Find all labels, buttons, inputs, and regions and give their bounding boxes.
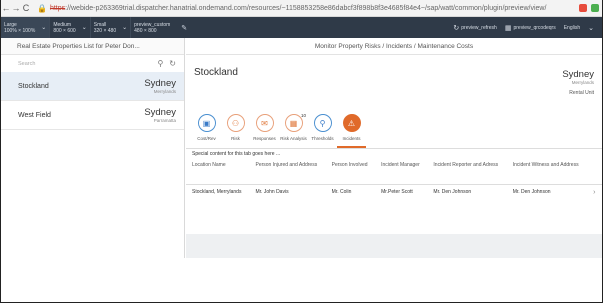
object-suburb: Merrylands	[571, 80, 594, 85]
table-cell: Mr. John Davis	[255, 188, 289, 195]
reload-button[interactable]: C	[21, 3, 31, 13]
tab-count-badge: 10	[300, 113, 306, 118]
chevron-down-icon: ⌄	[41, 25, 47, 31]
master-pane: Real Estate Properties List for Peter Do…	[1, 38, 185, 258]
tab-cost-rev[interactable]: ▣ Cost/Rev	[192, 112, 221, 148]
tab-label: Risk Analysis	[280, 136, 307, 141]
tab-risk[interactable]: ⚇ Risk	[221, 112, 250, 148]
item-name: Stockland	[18, 82, 49, 90]
tab-label: Thresholds	[311, 136, 334, 141]
viewport-custom[interactable]: preview_custom 480 × 800	[131, 17, 173, 38]
viewport-medium[interactable]: Medium 800 × 600 ⌄	[50, 17, 91, 38]
refresh-button[interactable]: ↻ preview_refresh	[453, 24, 496, 32]
tab-thresholds[interactable]: ⚲ Thresholds	[308, 112, 337, 148]
viewport-size: 480 × 800	[134, 27, 157, 34]
search-input[interactable]: Search	[18, 61, 35, 67]
refresh-icon[interactable]: ↻	[169, 59, 176, 68]
thresholds-icon: ⚲	[313, 114, 332, 132]
icon-tab-bar: ▣ Cost/Rev ⚇ Risk ✉ Responses ▦ 10 Risk …	[186, 112, 602, 149]
table-row[interactable]: Stockland, Merrylands Mr. John Davis Mr.…	[186, 184, 602, 211]
refresh-label: preview_refresh	[461, 24, 497, 31]
viewport-size: 800 × 600	[53, 27, 76, 34]
incident-icon: ⚠	[342, 114, 361, 132]
chevron-down-icon: ⌄	[588, 24, 594, 32]
address-bar[interactable]: 🔒 https ://webide-p263369trial.dispatche…	[37, 4, 577, 13]
item-city: Sydney	[144, 78, 176, 89]
object-title: Stockland	[194, 67, 238, 78]
viewport-label: preview_custom	[134, 21, 171, 28]
back-button[interactable]: ←	[1, 3, 11, 13]
table-cell: Mr. Den Johnson	[512, 188, 551, 195]
tab-label: Responses	[253, 136, 276, 141]
column-header: Person Injured and Address	[249, 159, 326, 185]
tab-incidents[interactable]: ⚠ Incidents	[337, 112, 366, 148]
column-header-spacer	[587, 159, 602, 185]
analysis-icon: ▦	[284, 114, 303, 132]
list-item[interactable]: West Field Sydney Parramatta	[1, 101, 184, 130]
language-value: English	[563, 24, 581, 31]
item-name: West Field	[18, 111, 51, 119]
viewport-size: 100% × 100%	[4, 27, 36, 34]
detail-pane: Monitor Property Risks / Incidents / Mai…	[186, 38, 602, 258]
object-status: Rental Unit	[569, 90, 594, 96]
table-cell: Mr.Peter Scott	[381, 188, 413, 195]
special-content-text: Special content for this tab goes here .…	[192, 151, 281, 157]
table-cell: Stockland, Merrylands	[192, 188, 242, 195]
preview-toolbar: Large 100% × 100% ⌄ Medium 800 × 600 ⌄ Sma…	[1, 17, 602, 38]
search-icon[interactable]: ⚲	[157, 59, 163, 68]
viewport-large[interactable]: Large 100% × 100% ⌄	[1, 17, 51, 38]
tab-label: Cost/Rev	[197, 136, 216, 141]
navigation-arrow-icon[interactable]: ›	[587, 184, 602, 211]
column-header: Incident Witness and Address	[506, 159, 588, 185]
edit-icon[interactable]: ✎	[181, 24, 187, 32]
browser-bar: ← → C 🔒 https ://webide-p263369trial.dis…	[1, 0, 602, 17]
chevron-down-icon: ⌄	[122, 25, 128, 31]
qrcode-button[interactable]: ▦ preview_qrcodeqrs	[505, 24, 556, 32]
forward-button[interactable]: →	[11, 3, 21, 13]
master-title: Real Estate Properties List for Peter Do…	[1, 38, 184, 55]
tab-content: Special content for this tab goes here .…	[186, 149, 602, 234]
search-field[interactable]: Search ⚲ ↻	[1, 55, 184, 72]
table-cell: Mr. Colin	[331, 188, 352, 195]
column-header: Incident Reporter and Adress	[427, 159, 507, 185]
url-text: ://webide-p263369trial.dispatcher.hanatr…	[65, 4, 547, 12]
chevron-down-icon: ⌄	[81, 25, 87, 31]
column-header: Location Name	[186, 159, 250, 185]
incidents-table: Location Name Person Injured and Address…	[186, 159, 602, 211]
viewport-small[interactable]: Small 320 × 480 ⌄	[91, 17, 132, 38]
item-city: Sydney	[144, 107, 176, 118]
language-select[interactable]: English ⌄	[564, 24, 594, 32]
qrcode-icon: ▦	[504, 24, 512, 32]
table-header-row: Location Name Person Injured and Address…	[186, 159, 602, 185]
responses-icon: ✉	[255, 114, 274, 132]
qrcode-label: preview_qrcodeqrs	[513, 24, 556, 31]
tab-responses[interactable]: ✉ Responses	[250, 112, 279, 148]
tab-label: Risk	[231, 136, 240, 141]
tab-risk-analysis[interactable]: ▦ 10 Risk Analysis	[279, 112, 308, 148]
money-icon: ▣	[197, 114, 216, 132]
list-item[interactable]: Stockland Sydney Merrylands	[1, 72, 184, 101]
object-city: Sydney	[562, 69, 594, 80]
column-header: Incident Manager	[375, 159, 428, 185]
object-header: Stockland Sydney Merrylands Rental Unit	[186, 55, 602, 112]
table-cell: Mr. Den Johnson	[433, 188, 472, 195]
column-header: Person Involved	[325, 159, 376, 185]
risk-icon: ⚇	[226, 114, 245, 132]
detail-title: Monitor Property Risks / Incidents / Mai…	[186, 38, 602, 55]
extension-icon[interactable]	[591, 4, 599, 12]
item-suburb: Parramatta	[153, 118, 176, 123]
item-suburb: Merrylands	[153, 89, 176, 94]
insecure-lock-icon: 🔒	[37, 3, 47, 13]
extension-icon[interactable]	[579, 4, 587, 12]
viewport-size: 320 × 480	[93, 27, 117, 34]
url-scheme: https	[49, 4, 66, 12]
tab-label: Incidents	[342, 136, 361, 141]
app-frame: ← → C 🔒 https ://webide-p263369trial.dis…	[0, 0, 603, 303]
refresh-icon: ↻	[453, 24, 460, 32]
